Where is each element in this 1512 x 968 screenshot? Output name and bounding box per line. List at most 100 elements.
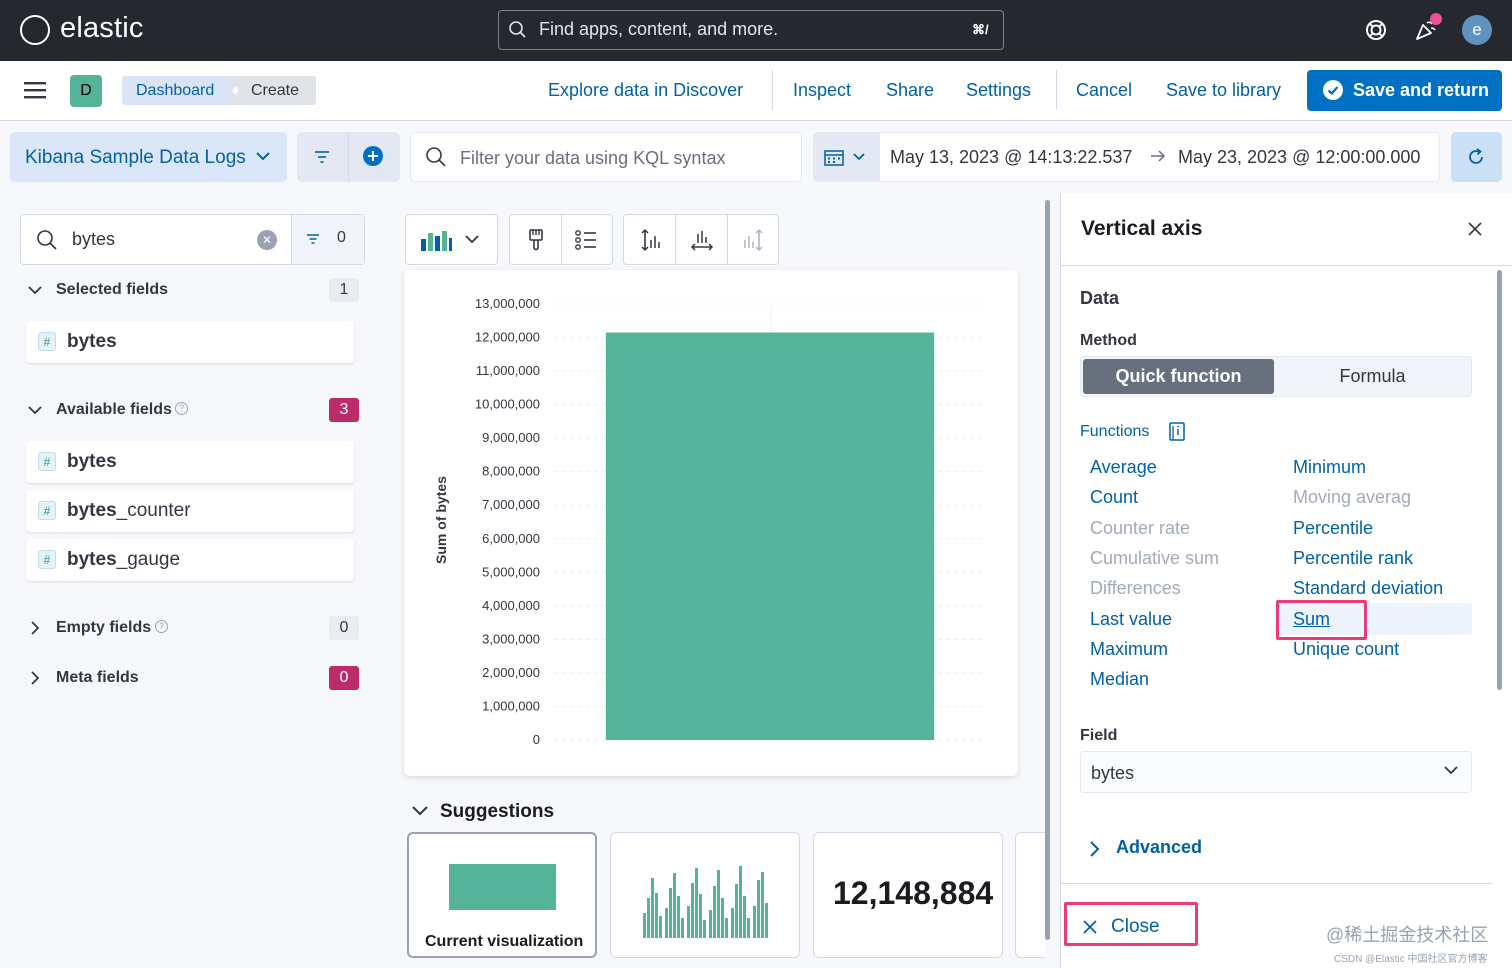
divider <box>1060 265 1512 266</box>
meta-fields-title[interactable]: Meta fields <box>56 669 139 687</box>
function-minimum[interactable]: Minimum <box>1293 457 1366 478</box>
date-end[interactable]: May 23, 2023 @ 12:00:00.000 <box>1178 147 1420 168</box>
field-search-value[interactable]: bytes <box>72 229 115 250</box>
suggestion-partial[interactable] <box>1015 832 1045 958</box>
breadcrumb-create: Create <box>228 76 316 105</box>
toolbar-divider <box>675 214 676 265</box>
notification-dot <box>1430 13 1442 25</box>
left-axis-icon[interactable] <box>640 228 662 252</box>
selected-fields-count: 1 <box>329 278 359 302</box>
field-name: bytes_counter <box>67 500 191 522</box>
function-maximum[interactable]: Maximum <box>1090 639 1168 660</box>
search-icon <box>37 230 57 250</box>
workspace-scrollbar[interactable] <box>1045 200 1050 940</box>
chevron-down-icon[interactable] <box>412 804 428 818</box>
search-shortcut: ⌘/ <box>972 22 989 37</box>
y-tick-label: 11,000,000 <box>476 363 540 378</box>
save-to-library-link[interactable]: Save to library <box>1166 80 1281 101</box>
histogram-thumbnail <box>643 866 768 938</box>
number-type-icon: # <box>38 332 56 351</box>
empty-fields-count: 0 <box>329 616 359 640</box>
clear-icon[interactable]: ✕ <box>257 230 277 250</box>
bar[interactable] <box>605 332 935 740</box>
field-item-bytes[interactable]: # bytes <box>26 441 354 483</box>
field-item-bytes-counter[interactable]: # bytes_counter <box>26 490 354 532</box>
space-avatar[interactable]: D <box>70 75 102 107</box>
axis-toolbar-group <box>623 214 779 265</box>
check-circle-icon <box>1323 80 1343 100</box>
field-item-bytes-selected[interactable]: # bytes <box>26 321 354 363</box>
number-type-icon: # <box>38 501 56 520</box>
field-select[interactable] <box>1080 751 1472 793</box>
share-link[interactable]: Share <box>886 80 934 101</box>
suggestion-histogram[interactable] <box>610 832 800 958</box>
bar-series <box>605 332 935 740</box>
field-select-value[interactable]: bytes <box>1091 763 1134 784</box>
watermark-caption: CSDN @Elastic 中国社区官方博客 <box>1334 954 1488 965</box>
close-icon[interactable] <box>1467 221 1483 237</box>
chevron-right-icon[interactable] <box>1088 840 1102 858</box>
method-formula[interactable]: Formula <box>1276 359 1469 394</box>
field-name-match: bytes <box>67 549 117 570</box>
arrow-right-icon <box>1151 150 1166 162</box>
elastic-logo-icon[interactable] <box>20 15 50 45</box>
flyout-scrollbar[interactable] <box>1497 270 1502 690</box>
method-quick-function[interactable]: Quick function <box>1083 359 1274 394</box>
brush-icon[interactable] <box>527 229 545 251</box>
bar-chart[interactable]: 13,000,000 12,000,000 11,000,000 10,000,000… <box>404 270 1018 776</box>
field-type-filter-button[interactable] <box>291 215 364 264</box>
chevron-down-icon <box>256 152 270 161</box>
right-axis-icon <box>744 228 763 252</box>
filter-icon[interactable] <box>313 150 331 164</box>
function-count[interactable]: Count <box>1090 487 1138 508</box>
function-last-value[interactable]: Last value <box>1090 609 1172 630</box>
logo-text[interactable]: elastic <box>60 12 144 45</box>
function-average[interactable]: Average <box>1090 457 1157 478</box>
info-icon[interactable]: ? <box>155 620 168 633</box>
inspect-link[interactable]: Inspect <box>793 80 851 101</box>
suggestions-title[interactable]: Suggestions <box>440 801 554 823</box>
chevron-right-icon[interactable] <box>28 621 42 635</box>
field-item-bytes-gauge[interactable]: # bytes_gauge <box>26 539 354 581</box>
calendar-icon <box>824 150 844 166</box>
save-and-return-button[interactable]: Save and return <box>1307 70 1502 111</box>
advanced-toggle[interactable]: Advanced <box>1116 837 1202 858</box>
add-filter-icon[interactable] <box>362 145 384 167</box>
y-tick-label: 12,000,000 <box>475 330 540 345</box>
function-unique-count[interactable]: Unique count <box>1293 639 1399 660</box>
close-label[interactable]: Close <box>1111 916 1160 938</box>
date-start[interactable]: May 13, 2023 @ 14:13:22.537 <box>890 147 1132 168</box>
y-tick-label: 0 <box>533 732 540 747</box>
y-tick-label: 13,000,000 <box>475 296 540 311</box>
available-fields-title[interactable]: Available fields <box>56 401 172 419</box>
current-vis-thumbnail <box>449 864 556 910</box>
function-standard-deviation[interactable]: Standard deviation <box>1293 578 1443 599</box>
close-icon <box>1083 920 1097 934</box>
date-quick-menu-button[interactable] <box>813 132 880 182</box>
function-median[interactable]: Median <box>1090 669 1149 690</box>
info-icon[interactable]: ? <box>175 402 188 415</box>
y-tick-label: 5,000,000 <box>482 564 540 579</box>
settings-link[interactable]: Settings <box>966 80 1031 101</box>
chart-type-switcher[interactable] <box>405 214 498 265</box>
documentation-icon[interactable] <box>1168 421 1186 443</box>
explore-discover-link[interactable]: Explore data in Discover <box>548 80 743 101</box>
function-percentile[interactable]: Percentile <box>1293 518 1373 539</box>
user-avatar[interactable]: e <box>1462 15 1492 45</box>
chevron-down-icon[interactable] <box>28 283 42 297</box>
chevron-down-icon[interactable] <box>28 403 42 417</box>
cancel-link[interactable]: Cancel <box>1076 80 1132 101</box>
list-icon[interactable] <box>575 230 597 250</box>
empty-fields-title[interactable]: Empty fields <box>56 619 151 637</box>
chevron-right-icon[interactable] <box>28 671 42 685</box>
nav-divider <box>772 70 773 110</box>
breadcrumb-dashboard[interactable]: Dashboard <box>122 76 242 105</box>
help-icon[interactable] <box>1364 18 1388 42</box>
bottom-axis-icon[interactable] <box>690 228 714 252</box>
function-percentile-rank[interactable]: Percentile rank <box>1293 548 1413 569</box>
selected-fields-title[interactable]: Selected fields <box>56 281 168 299</box>
toolbar-divider <box>561 214 562 265</box>
chevron-down-icon <box>1444 766 1458 775</box>
filter-icon <box>307 234 319 244</box>
menu-icon[interactable] <box>24 81 46 99</box>
